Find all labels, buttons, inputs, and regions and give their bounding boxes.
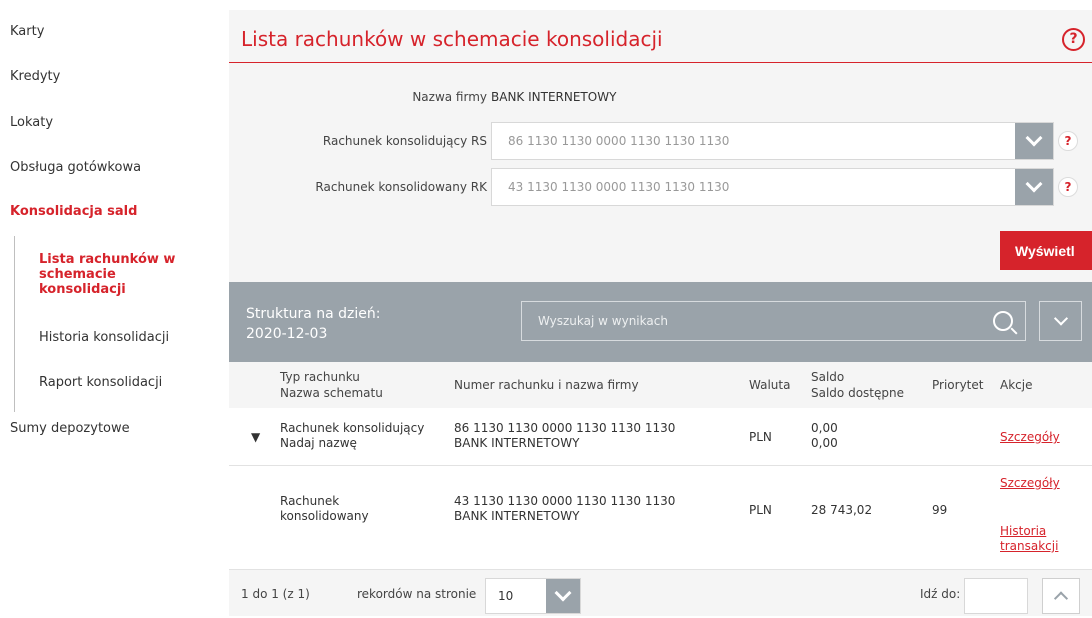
row-company: BANK INTERNETOWY	[454, 436, 580, 450]
search-placeholder: Wyszukaj w wynikach	[538, 314, 668, 328]
expand-row-icon[interactable]: ▼	[251, 430, 260, 444]
search-icon[interactable]	[993, 311, 1013, 331]
header-type-line2: Nazwa schematu	[280, 386, 383, 400]
row-type: Rachunek konsolidujący	[280, 421, 425, 435]
row-company: BANK INTERNETOWY	[454, 509, 580, 523]
sidebar: Karty Kredyty Lokaty Obsługa gotówkowa K…	[0, 0, 210, 618]
scroll-top-button[interactable]	[1042, 578, 1080, 614]
per-page-select[interactable]: 10	[485, 578, 581, 614]
transaction-history-link[interactable]: Historia transakcji	[1000, 524, 1058, 554]
row-scheme-name: Nadaj nazwę	[280, 436, 357, 450]
header-priority: Priorytet	[932, 378, 984, 392]
sidebar-item-obsluga-gotowkowa[interactable]: Obsługa gotówkowa	[10, 160, 141, 175]
sidebar-item-sumy-depozytowe[interactable]: Sumy depozytowe	[10, 421, 130, 436]
header-account: Numer rachunku i nazwa firmy	[454, 378, 639, 392]
row-type-line1: Rachunek	[280, 494, 340, 508]
per-page-dropdown-button[interactable]	[546, 579, 580, 613]
chevron-down-icon	[1025, 129, 1043, 147]
rk-account-value: 43 1130 1130 0000 1130 1130 1130	[508, 180, 730, 194]
header-balance: Saldo Saldo dostępne	[811, 369, 904, 401]
sidebar-subitem-lista-rachunkow[interactable]: Lista rachunków w schemacie konsolidacji	[39, 252, 189, 297]
rk-account-select[interactable]: 43 1130 1130 0000 1130 1130 1130	[491, 168, 1054, 206]
row-currency: PLN	[749, 503, 772, 517]
row-type-line2: konsolidowany	[280, 509, 369, 523]
records-range: 1 do 1 (z 1)	[241, 587, 310, 601]
chevron-down-icon	[1053, 311, 1068, 326]
per-page-value: 10	[498, 589, 514, 603]
table-header: Typ rachunku Nazwa schematu Numer rachun…	[229, 362, 1092, 408]
rs-account-select[interactable]: 86 1130 1130 0000 1130 1130 1130	[491, 122, 1054, 160]
rs-dropdown-button[interactable]	[1015, 123, 1053, 159]
per-page-label: rekordów na stronie	[357, 587, 477, 601]
row-account-number: 43 1130 1130 0000 1130 1130 1130	[454, 494, 676, 508]
goto-page-input[interactable]	[964, 578, 1028, 614]
submenu-divider	[14, 236, 15, 412]
page-title: Lista rachunków w schemacie konsolidacji	[241, 27, 663, 51]
table-row: ▼ Rachunek konsolidujący Nadaj nazwę 86 …	[229, 408, 1092, 466]
row-balance: 0,00	[811, 421, 838, 435]
row-type-cell: Rachunek konsolidujący Nadaj nazwę	[280, 421, 424, 451]
row-balance-cell: 0,00 0,00	[811, 421, 838, 451]
rs-help-icon[interactable]: ?	[1058, 131, 1078, 151]
header-actions: Akcje	[1000, 378, 1033, 392]
results-toggle-button[interactable]	[1039, 301, 1082, 341]
company-name-value: BANK INTERNETOWY	[491, 90, 617, 104]
search-input[interactable]: Wyszukaj w wynikach	[521, 301, 1026, 341]
table-row: Rachunek konsolidowany 43 1130 1130 0000…	[229, 466, 1092, 570]
sidebar-item-konsolidacja-sald[interactable]: Konsolidacja sald	[10, 204, 137, 219]
sidebar-item-karty[interactable]: Karty	[10, 24, 44, 39]
company-name-label: Nazwa firmy	[412, 90, 487, 104]
chevron-up-icon	[1053, 591, 1069, 606]
sidebar-item-kredyty[interactable]: Kredyty	[10, 69, 60, 84]
rs-account-value: 86 1130 1130 0000 1130 1130 1130	[508, 134, 730, 148]
header-balance-line1: Saldo	[811, 370, 845, 384]
results-band: Struktura na dzień: 2020-12-03 Wyszukaj …	[229, 282, 1092, 362]
help-icon[interactable]: ?	[1062, 28, 1085, 51]
rk-account-label: Rachunek konsolidowany RK	[315, 180, 487, 194]
row-available: 0,00	[811, 436, 838, 450]
sidebar-item-lokaty[interactable]: Lokaty	[10, 115, 53, 130]
history-link-line1: Historia	[1000, 524, 1047, 538]
rk-dropdown-button[interactable]	[1015, 169, 1053, 205]
pagination-footer: 1 do 1 (z 1) rekordów na stronie 10 Idź …	[229, 570, 1092, 616]
structure-label: Struktura na dzień:	[246, 306, 381, 322]
chevron-down-icon	[554, 584, 572, 602]
header-currency: Waluta	[749, 378, 791, 392]
row-currency: PLN	[749, 430, 772, 444]
rk-help-icon[interactable]: ?	[1058, 177, 1078, 197]
row-account-cell: 86 1130 1130 0000 1130 1130 1130 BANK IN…	[454, 421, 675, 451]
row-type-cell: Rachunek konsolidowany	[280, 494, 369, 524]
show-button[interactable]: Wyświetl	[1000, 231, 1092, 270]
header-type: Typ rachunku Nazwa schematu	[280, 369, 383, 401]
structure-date-block: Struktura na dzień: 2020-12-03	[246, 304, 381, 344]
structure-date: 2020-12-03	[246, 326, 328, 342]
sidebar-subitem-historia[interactable]: Historia konsolidacji	[39, 330, 189, 345]
row-account-number: 86 1130 1130 0000 1130 1130 1130	[454, 421, 676, 435]
details-link[interactable]: Szczegóły	[1000, 430, 1060, 445]
main-panel: Lista rachunków w schemacie konsolidacji…	[229, 10, 1092, 616]
row-priority: 99	[932, 503, 948, 517]
history-link-line2: transakcji	[1000, 539, 1059, 553]
sidebar-subitem-raport[interactable]: Raport konsolidacji	[39, 375, 189, 390]
row-balance: 28 743,02	[811, 503, 873, 517]
header-balance-line2: Saldo dostępne	[811, 386, 904, 400]
rs-account-label: Rachunek konsolidujący RS	[322, 134, 487, 148]
row-account-cell: 43 1130 1130 0000 1130 1130 1130 BANK IN…	[454, 494, 675, 524]
chevron-down-icon	[1025, 175, 1043, 193]
title-divider	[229, 62, 1092, 63]
details-link[interactable]: Szczegóły	[1000, 476, 1060, 491]
header-type-line1: Typ rachunku	[280, 370, 360, 384]
goto-label: Idź do:	[920, 587, 961, 601]
